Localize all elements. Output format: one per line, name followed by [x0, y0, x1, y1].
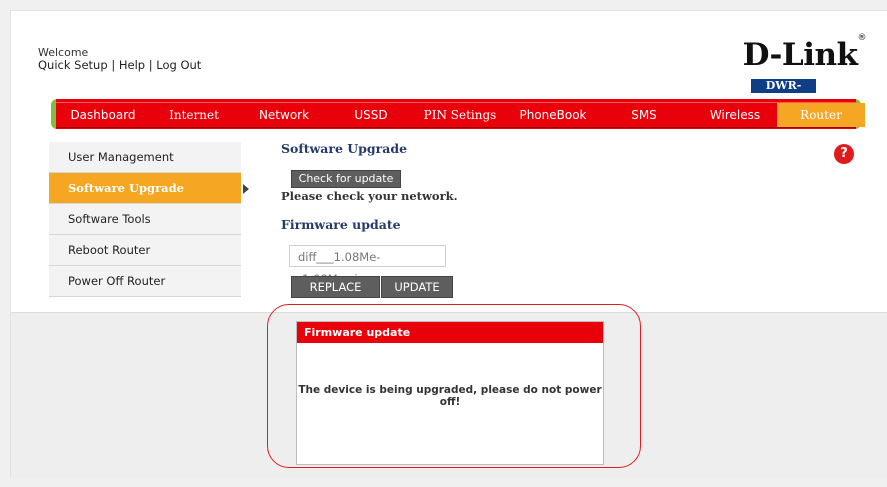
replace-button[interactable]: REPLACE — [291, 276, 380, 298]
log-out-link[interactable]: Log Out — [156, 58, 201, 72]
help-link[interactable]: Help — [119, 58, 145, 72]
nav-sms[interactable]: SMS — [606, 103, 682, 127]
router-admin-page: Welcome Quick Setup | Help | Log Out D-L… — [10, 10, 887, 478]
software-upgrade-title: Software Upgrade — [281, 141, 408, 156]
firmware-update-dialog: Firmware update The device is being upgr… — [296, 321, 604, 465]
top-links: Quick Setup | Help | Log Out — [38, 58, 201, 72]
help-icon[interactable]: ? — [834, 144, 854, 164]
sidebar: User Management Software Upgrade Softwar… — [49, 142, 249, 297]
nav-network[interactable]: Network — [244, 103, 324, 127]
check-for-update-button[interactable]: Check for update — [291, 170, 401, 188]
link-separator: | — [148, 58, 153, 72]
sidebar-item-user-management[interactable]: User Management — [49, 142, 241, 173]
sidebar-item-reboot-router[interactable]: Reboot Router — [49, 235, 241, 266]
sidebar-item-software-tools[interactable]: Software Tools — [49, 204, 241, 235]
nav-internet[interactable]: Internet — [153, 103, 235, 127]
dialog-title: Firmware update — [297, 322, 603, 343]
nav-router[interactable]: Router — [777, 103, 865, 127]
update-button[interactable]: UPDATE — [381, 276, 453, 298]
link-separator: | — [111, 58, 116, 72]
sidebar-item-label: Software Upgrade — [68, 181, 184, 195]
brand-name: D-Link — [742, 37, 858, 73]
main-nav: Dashboard Internet Network USSD PIN Seti… — [51, 99, 865, 129]
registered-mark: ® — [857, 32, 867, 43]
model-badge: DWR-930M — [751, 79, 816, 106]
dialog-message: The device is being upgraded, please do … — [298, 384, 602, 408]
active-arrow-icon — [243, 184, 249, 194]
nav-pin-settings[interactable]: PIN Setings — [412, 103, 508, 127]
sidebar-item-software-upgrade[interactable]: Software Upgrade — [49, 173, 249, 204]
nav-bar: Dashboard Internet Network USSD PIN Seti… — [56, 102, 865, 128]
nav-ussd[interactable]: USSD — [336, 103, 406, 127]
firmware-file-field[interactable]: diff___1.08Me--1.08Me.zip — [289, 245, 446, 286]
sidebar-item-power-off-router[interactable]: Power Off Router — [49, 266, 241, 297]
dlink-logo: D-Link® — [742, 33, 867, 73]
nav-wireless[interactable]: Wireless — [692, 103, 778, 127]
firmware-update-title: Firmware update — [281, 217, 401, 232]
network-message: Please check your network. — [281, 189, 458, 203]
nav-phonebook[interactable]: PhoneBook — [508, 103, 598, 127]
nav-dashboard[interactable]: Dashboard — [62, 103, 144, 127]
quick-setup-link[interactable]: Quick Setup — [38, 58, 108, 72]
